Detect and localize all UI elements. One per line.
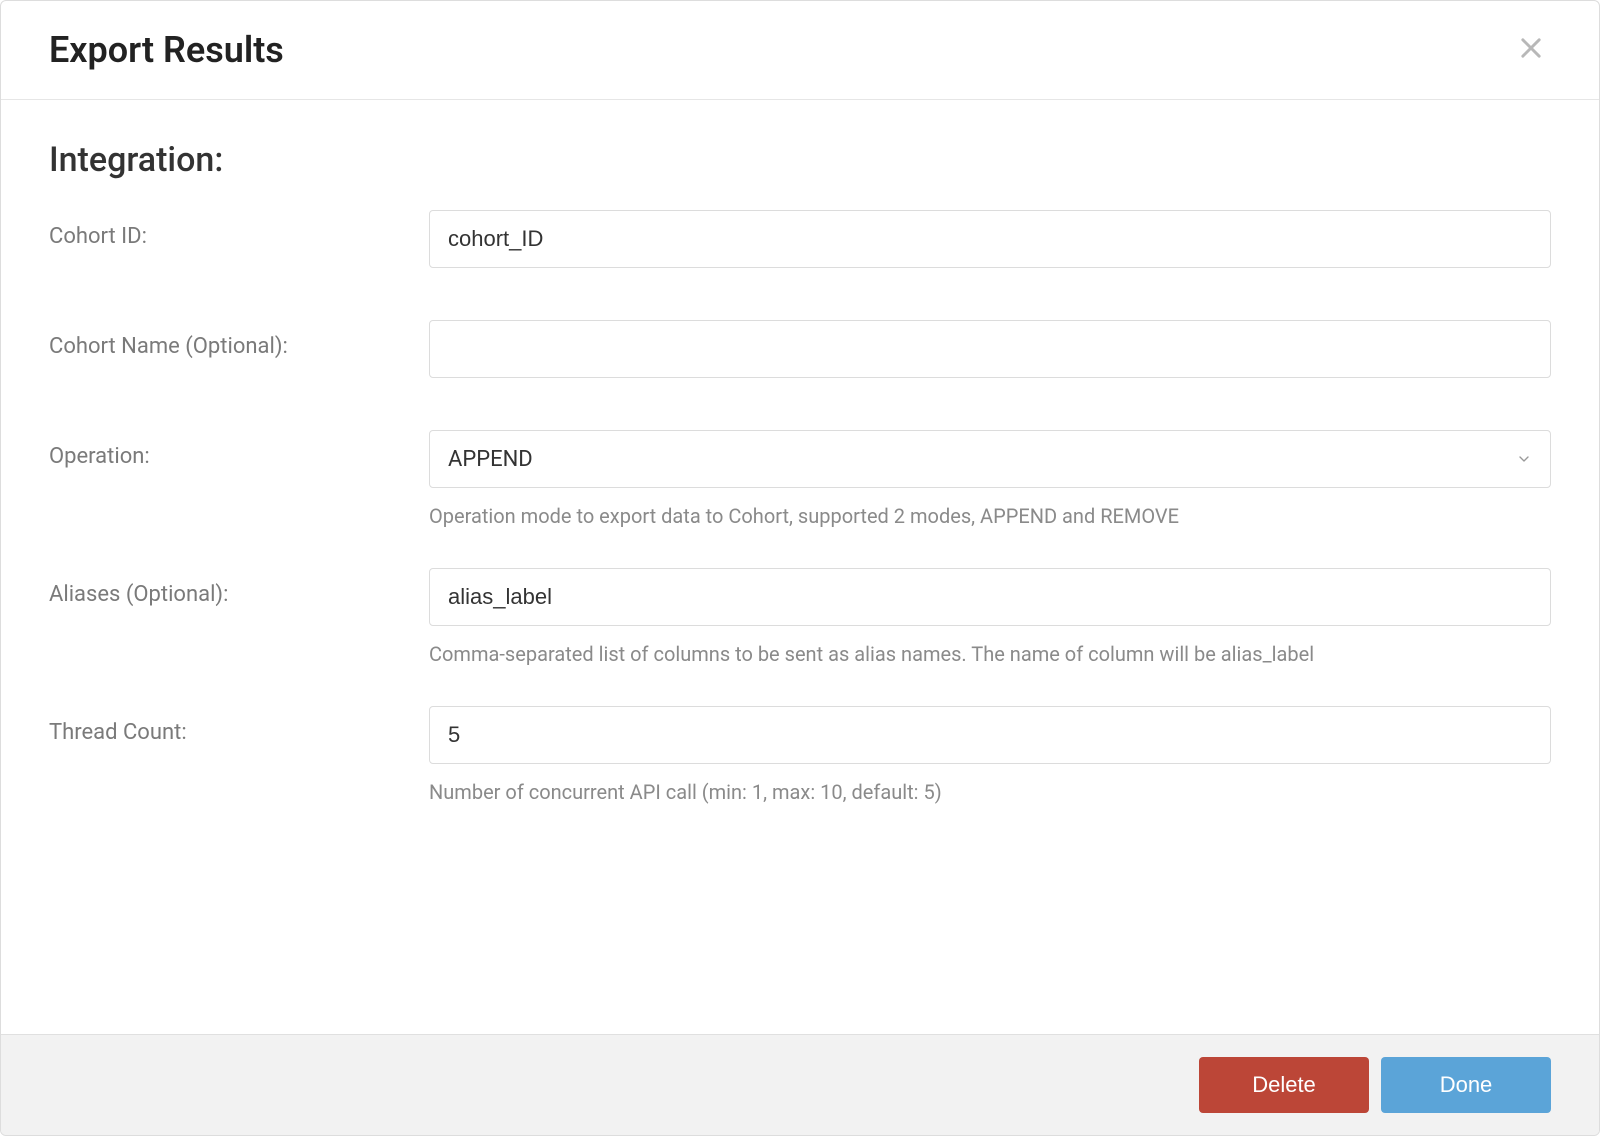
field-row-aliases: Aliases (Optional): Comma-separated list… — [49, 568, 1551, 670]
label-col: Aliases (Optional): — [49, 568, 429, 607]
label-col: Cohort ID: — [49, 210, 429, 249]
cohort-name-label: Cohort Name (Optional): — [49, 334, 288, 359]
field-row-thread-count: Thread Count: Number of concurrent API c… — [49, 706, 1551, 808]
done-button[interactable]: Done — [1381, 1057, 1551, 1113]
thread-count-help: Number of concurrent API call (min: 1, m… — [429, 776, 1551, 808]
field-row-cohort-name: Cohort Name (Optional): — [49, 320, 1551, 378]
cohort-id-input[interactable] — [429, 210, 1551, 268]
thread-count-input[interactable] — [429, 706, 1551, 764]
aliases-input[interactable] — [429, 568, 1551, 626]
close-button[interactable] — [1511, 30, 1551, 70]
aliases-label: Aliases (Optional): — [49, 582, 228, 607]
field-row-cohort-id: Cohort ID: — [49, 210, 1551, 268]
input-col — [429, 210, 1551, 268]
operation-select-value: APPEND — [448, 447, 533, 472]
chevron-down-icon — [1516, 451, 1532, 467]
operation-label: Operation: — [49, 444, 150, 469]
close-icon — [1517, 34, 1545, 66]
input-col: APPEND Operation mode to export data to … — [429, 430, 1551, 532]
operation-select[interactable]: APPEND — [429, 430, 1551, 488]
modal-body: Integration: Cohort ID: Cohort Name (Opt… — [1, 100, 1599, 1034]
operation-help: Operation mode to export data to Cohort,… — [429, 500, 1551, 532]
cohort-id-label: Cohort ID: — [49, 224, 147, 249]
label-col: Operation: — [49, 430, 429, 469]
label-col: Cohort Name (Optional): — [49, 320, 429, 359]
cohort-name-input[interactable] — [429, 320, 1551, 378]
input-col: Comma-separated list of columns to be se… — [429, 568, 1551, 670]
export-results-modal: Export Results Integration: Cohort ID: — [0, 0, 1600, 1136]
label-col: Thread Count: — [49, 706, 429, 745]
delete-button[interactable]: Delete — [1199, 1057, 1369, 1113]
modal-header: Export Results — [1, 1, 1599, 100]
input-col: Number of concurrent API call (min: 1, m… — [429, 706, 1551, 808]
thread-count-label: Thread Count: — [49, 720, 187, 745]
aliases-help: Comma-separated list of columns to be se… — [429, 638, 1551, 670]
input-col — [429, 320, 1551, 378]
section-title: Integration: — [49, 140, 1551, 180]
field-row-operation: Operation: APPEND Operation mode to expo… — [49, 430, 1551, 532]
modal-title: Export Results — [49, 29, 284, 71]
modal-footer: Delete Done — [1, 1034, 1599, 1135]
